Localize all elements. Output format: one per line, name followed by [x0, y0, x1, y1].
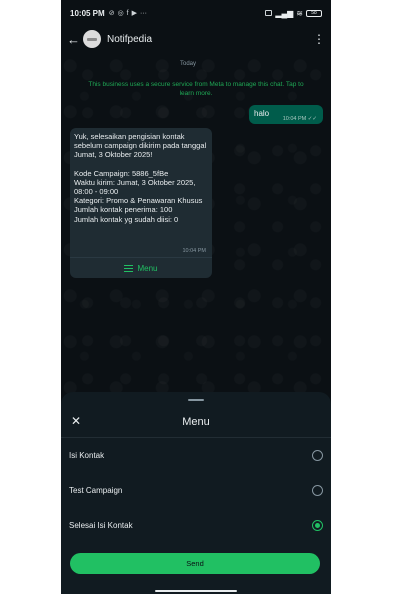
menu-list-button[interactable]: Menu: [70, 259, 212, 277]
message-line-intro: Yuk, selesaikan pengisian kontak sebelum…: [74, 132, 207, 160]
signal-icon: ▂▄▆: [275, 8, 294, 18]
option-label: Selesai Isi Kontak: [69, 520, 133, 530]
outgoing-message-text: halo: [254, 109, 270, 118]
sim-icon: [265, 10, 273, 16]
status-time: 10:05 PM: [70, 8, 105, 18]
status-bar: 10:05 PM ⊘ ◎ f ▶ ··· ▂▄▆ ≋ 58: [61, 0, 331, 26]
send-button[interactable]: Send: [70, 553, 320, 574]
option-selesai-isi-kontak[interactable]: Selesai Isi Kontak: [61, 513, 331, 537]
radio-unselected-icon[interactable]: [312, 449, 323, 461]
sheet-drag-handle[interactable]: [188, 399, 204, 401]
sheet-title: Menu: [182, 416, 210, 428]
avatar[interactable]: [83, 30, 101, 48]
wifi-icon: ≋: [296, 8, 303, 18]
message-line-send-time: Waktu kirim: Jumat, 3 Oktober 2025, 08:0…: [74, 177, 196, 197]
message-line-campaign-code: Kode Campaign: 5886_5fBe: [74, 168, 169, 178]
incoming-message[interactable]: Yuk, selesaikan pengisian kontak sebelum…: [70, 128, 212, 278]
outgoing-message-time: 10:04 PM ✓✓: [282, 116, 317, 122]
menu-list-label: Menu: [137, 263, 158, 273]
message-line-category: Kategori: Promo & Penawaran Khusus: [74, 196, 203, 206]
youtube-icon: ▶: [131, 10, 138, 17]
more-dots-icon: ···: [140, 9, 148, 17]
contact-name[interactable]: Notifpedia: [107, 34, 152, 45]
battery-icon: 58: [306, 9, 322, 17]
sheet-divider: [61, 437, 331, 438]
option-test-campaign[interactable]: Test Campaign: [61, 478, 331, 502]
facebook-icon: f: [126, 9, 129, 17]
menu-bottom-sheet: ✕ Menu Isi Kontak Test Campaign Selesai …: [61, 392, 331, 594]
avatar-logo: [87, 37, 97, 41]
chat-header: ← Notifpedia ⋮: [61, 26, 331, 52]
phone-screen: 10:05 PM ⊘ ◎ f ▶ ··· ▂▄▆ ≋ 58 ← Notifped…: [61, 0, 331, 594]
option-isi-kontak[interactable]: Isi Kontak: [61, 443, 331, 467]
bubble-divider: [70, 257, 212, 258]
whatsapp-icon: ◎: [117, 10, 124, 17]
list-icon: [124, 264, 134, 272]
radio-unselected-icon[interactable]: [312, 484, 323, 496]
date-chip: Today: [180, 61, 197, 67]
option-label: Test Campaign: [69, 485, 123, 495]
more-options-icon[interactable]: ⋮: [313, 33, 325, 45]
message-line-filled: Jumlah kontak yg sudah diisi: 0: [74, 214, 179, 224]
home-indicator[interactable]: [155, 590, 237, 592]
radio-selected-icon[interactable]: [312, 519, 323, 531]
message-line-recipients: Jumlah kontak penerima: 100: [74, 205, 173, 215]
back-arrow-icon[interactable]: ←: [67, 32, 80, 47]
double-check-icon: ✓✓: [307, 116, 317, 122]
outgoing-message[interactable]: halo 10:04 PM ✓✓: [249, 105, 323, 124]
incoming-message-time: 10:04 PM: [182, 248, 206, 254]
battery-level: 58: [311, 10, 317, 16]
option-label: Isi Kontak: [69, 450, 105, 460]
vibrate-off-icon: ⊘: [108, 10, 115, 17]
secure-service-note[interactable]: This business uses a secure service from…: [83, 80, 309, 98]
